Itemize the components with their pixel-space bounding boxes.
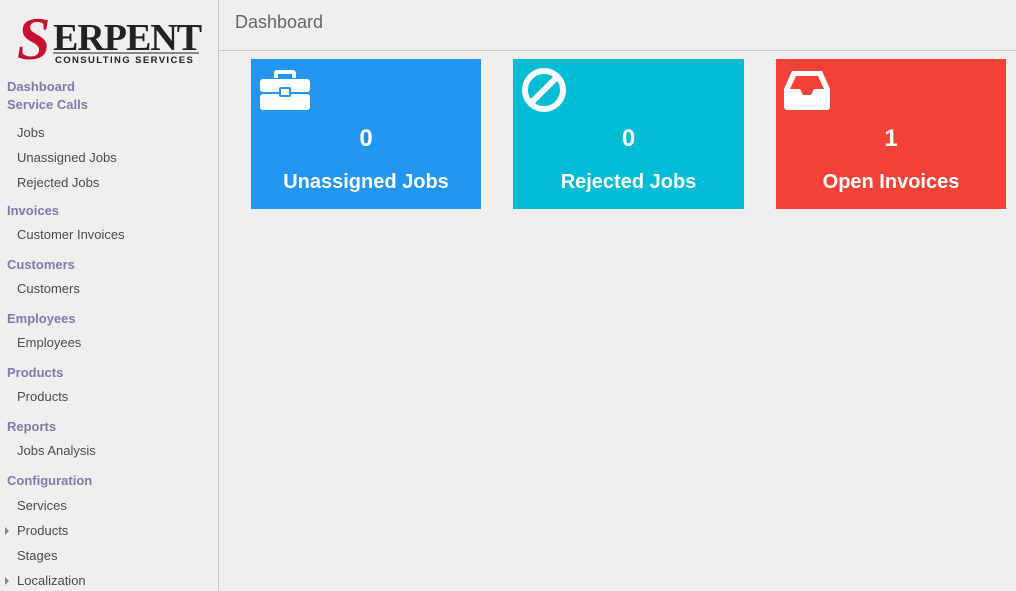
sidebar-item-config-products[interactable]: Products [0, 518, 218, 543]
section-products[interactable]: Products [0, 364, 218, 382]
sidebar-item-label: Products [17, 523, 69, 538]
sidebar-item-localization[interactable]: Localization [0, 568, 218, 591]
tile-label: Rejected Jobs [560, 171, 697, 193]
svg-text:S: S [17, 12, 50, 66]
tile-label: Unassigned Jobs [283, 171, 449, 193]
sidebar-item-label: Localization [17, 573, 86, 588]
app-root: S ERPENT CONSULTING SERVICES Dashboard S… [0, 0, 1016, 591]
svg-text:CONSULTING SERVICES: CONSULTING SERVICES [55, 55, 194, 66]
sidebar-item-customer-invoices[interactable]: Customer Invoices [0, 220, 218, 250]
sidebar: S ERPENT CONSULTING SERVICES Dashboard S… [0, 0, 219, 591]
sidebar-menu: Dashboard Service Calls Jobs Unassigned … [0, 78, 218, 591]
page-title: Dashboard [235, 12, 324, 32]
tile-rejected-jobs[interactable]: 0 Rejected Jobs [513, 59, 744, 209]
sidebar-item-employees[interactable]: Employees [0, 328, 218, 358]
expand-caret-icon[interactable] [5, 526, 9, 535]
section-employees[interactable]: Employees [0, 310, 218, 328]
briefcase-icon [259, 67, 311, 116]
tile-value: 0 [621, 125, 636, 152]
sidebar-item-unassigned-jobs[interactable]: Unassigned Jobs [0, 145, 218, 170]
tile-value: 0 [359, 125, 373, 152]
sidebar-item-stages[interactable]: Stages [0, 543, 218, 568]
section-reports[interactable]: Reports [0, 418, 218, 436]
sidebar-item-services[interactable]: Services [0, 493, 218, 518]
section-customers[interactable]: Customers [0, 256, 218, 274]
ban-icon [521, 67, 567, 118]
logo-graphic: S ERPENT CONSULTING SERVICES [17, 12, 202, 66]
tile-open-invoices[interactable]: 1 Open Invoices [776, 59, 1006, 209]
sidebar-item-jobs[interactable]: Jobs [0, 120, 218, 145]
inbox-icon [784, 67, 830, 116]
section-invoices[interactable]: Invoices [0, 202, 218, 220]
sidebar-item-products[interactable]: Products [0, 382, 218, 412]
company-logo[interactable]: S ERPENT CONSULTING SERVICES [17, 12, 202, 66]
sidebar-item-jobs-analysis[interactable]: Jobs Analysis [0, 436, 218, 466]
sidebar-item-dashboard[interactable]: Dashboard [0, 78, 218, 96]
tile-unassigned-jobs[interactable]: 0 Unassigned Jobs [251, 59, 481, 209]
section-service-calls[interactable]: Service Calls [0, 96, 218, 114]
tile-label: Open Invoices [822, 171, 960, 193]
tile-value: 1 [884, 125, 898, 152]
sidebar-item-rejected-jobs[interactable]: Rejected Jobs [0, 170, 218, 195]
expand-caret-icon[interactable] [5, 576, 9, 585]
sidebar-item-customers[interactable]: Customers [0, 274, 218, 304]
section-configuration[interactable]: Configuration [0, 472, 218, 490]
top-bar: Dashboard [219, 0, 1016, 51]
